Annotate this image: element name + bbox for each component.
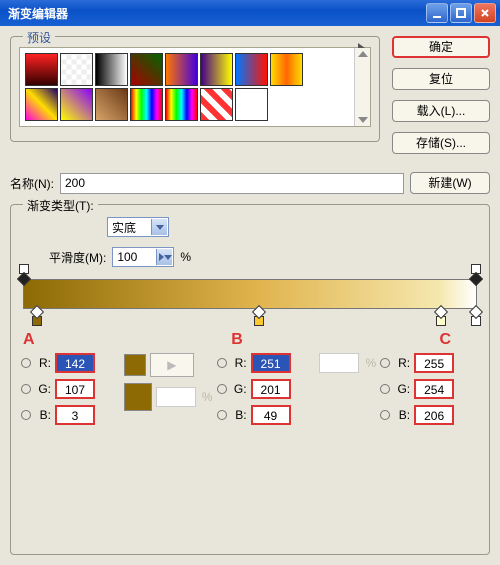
opacity-stop[interactable] (19, 265, 29, 284)
r-label: R: (231, 356, 247, 370)
chevron-right-icon (156, 249, 172, 265)
marker-c: C (308, 331, 477, 349)
color-stop-c[interactable] (436, 307, 446, 326)
radio-b[interactable] (380, 410, 390, 420)
preset-swatch[interactable] (95, 53, 128, 86)
color-swatch[interactable] (124, 354, 146, 376)
preset-swatch[interactable] (130, 88, 163, 121)
name-input[interactable] (60, 173, 404, 194)
color-stop-a[interactable] (32, 307, 42, 326)
b-r-input[interactable]: 251 (251, 353, 291, 373)
smoothness-label: 平滑度(M): (49, 249, 106, 266)
radio-g[interactable] (21, 384, 31, 394)
radio-b[interactable] (21, 410, 31, 420)
close-button[interactable] (474, 3, 496, 23)
r-label: R: (394, 356, 410, 370)
minimize-button[interactable] (426, 3, 448, 23)
preset-swatch[interactable] (165, 53, 198, 86)
load-button[interactable]: 载入(L)... (392, 100, 490, 122)
g-label: G: (35, 382, 51, 396)
c-r-input[interactable]: 255 (414, 353, 454, 373)
preset-swatch[interactable] (60, 53, 93, 86)
color-stop-b[interactable] (254, 307, 264, 326)
percent-label: % (180, 250, 191, 264)
preset-swatch[interactable] (165, 88, 198, 121)
radio-r[interactable] (380, 358, 390, 368)
preset-swatch[interactable] (25, 53, 58, 86)
chevron-down-icon (151, 219, 167, 235)
preset-swatch[interactable] (130, 53, 163, 86)
c-b-input[interactable]: 206 (414, 405, 454, 425)
type-label: 渐变类型(T): (23, 197, 98, 214)
opacity-stop[interactable] (471, 265, 481, 284)
radio-g[interactable] (217, 384, 227, 394)
b-label: B: (231, 408, 247, 422)
percent-sign: % (202, 390, 213, 404)
preset-scrollbar[interactable] (354, 48, 370, 126)
preset-swatch[interactable] (235, 88, 268, 121)
window-title: 渐变编辑器 (4, 5, 424, 22)
preset-swatch[interactable] (95, 88, 128, 121)
a-b-input[interactable]: 3 (55, 405, 95, 425)
g-label: G: (394, 382, 410, 396)
color-swatch-large[interactable] (124, 383, 152, 411)
type-select[interactable]: 实底 (107, 217, 169, 237)
preset-swatch[interactable] (270, 53, 303, 86)
a-r-input[interactable]: 142 (55, 353, 95, 373)
marker-b: B (166, 331, 309, 349)
save-button[interactable]: 存储(S)... (392, 132, 490, 154)
g-label: G: (231, 382, 247, 396)
preset-swatch[interactable] (60, 88, 93, 121)
b-b-input[interactable]: 49 (251, 405, 291, 425)
radio-b[interactable] (217, 410, 227, 420)
percent-input[interactable] (319, 353, 359, 373)
percent-sign: % (365, 356, 376, 370)
a-g-input[interactable]: 107 (55, 379, 95, 399)
gradient-bar[interactable] (23, 279, 477, 309)
preset-grid (20, 48, 354, 126)
type-value: 实底 (112, 219, 136, 236)
b-label: B: (394, 408, 410, 422)
preset-swatch[interactable] (25, 88, 58, 121)
presets-label: 预设 (23, 29, 55, 46)
smoothness-value: 100 (117, 250, 137, 264)
preset-swatch[interactable] (235, 53, 268, 86)
b-g-input[interactable]: 201 (251, 379, 291, 399)
play-icon: ▶ (150, 353, 194, 377)
ok-button[interactable]: 确定 (392, 36, 490, 58)
preset-swatch[interactable] (200, 53, 233, 86)
marker-a: A (23, 331, 166, 349)
name-label: 名称(N): (10, 175, 54, 192)
smoothness-input[interactable]: 100 (112, 247, 174, 267)
maximize-button[interactable] (450, 3, 472, 23)
b-label: B: (35, 408, 51, 422)
c-g-input[interactable]: 254 (414, 379, 454, 399)
radio-g[interactable] (380, 384, 390, 394)
radio-r[interactable] (21, 358, 31, 368)
new-button[interactable]: 新建(W) (410, 172, 490, 194)
radio-r[interactable] (217, 358, 227, 368)
percent-input[interactable] (156, 387, 196, 407)
reset-button[interactable]: 复位 (392, 68, 490, 90)
r-label: R: (35, 356, 51, 370)
color-stop-end[interactable] (471, 307, 481, 326)
preset-swatch[interactable] (200, 88, 233, 121)
